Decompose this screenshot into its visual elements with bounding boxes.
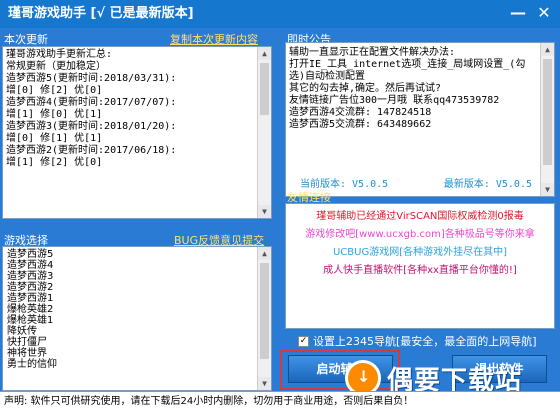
scroll-down-icon[interactable]: ▼: [258, 377, 271, 390]
game-list-item[interactable]: 造梦西游3: [7, 271, 255, 282]
update-notes-box[interactable]: 瑾哥游戏助手更新汇总: 常规更新（更加稳定） 造梦西游5(更新时间:2018/03/…: [2, 46, 272, 219]
scroll-up-icon[interactable]: ▲: [541, 43, 554, 56]
nav-checkbox-row[interactable]: ✓ 设置上2345导航[最安全，最全面的上网导航]: [298, 333, 537, 349]
friend-link[interactable]: 成人快手直播软件[各种xx直播平台你懂的!]: [286, 262, 554, 280]
game-list-item[interactable]: 爆枪英雄2: [7, 304, 255, 315]
friend-link[interactable]: 瑾哥辅助已经通过VirSCAN国际权威检测0报毒: [286, 208, 554, 226]
title-bar: 瑾哥游戏助手 [√ 已是最新版本] — ✕: [0, 0, 560, 28]
game-list-item[interactable]: 爆枪英雄1: [7, 315, 255, 326]
update-line: 造梦西游5(更新时间:2018/03/31):: [6, 73, 177, 84]
main-panel: 本次更新 复制本次更新内容 瑾哥游戏助手更新汇总: 常规更新（更加稳定） 造梦西游5…: [0, 28, 560, 413]
game-list-item[interactable]: 快打僵尸: [7, 337, 255, 348]
game-scrollbar[interactable]: ▲ ▼: [257, 247, 271, 390]
notice-scrollbar[interactable]: ▲ ▼: [540, 43, 554, 196]
update-line: 增[1] 修[0] 优[1]: [6, 109, 103, 120]
status-bar: 声明: 软件只可供研究使用，请在下载后24小时内删除，切勿用于商业用途，否则后果…: [0, 391, 560, 413]
update-section-label: 本次更新: [4, 33, 48, 46]
notice-line: 友情链接广告位300一月哦 联系qq473539782: [289, 95, 500, 106]
game-list[interactable]: 造梦西游5 造梦西游4 造梦西游3 造梦西游2 造梦西游1 爆枪英雄2 爆枪英雄1 降妖传 快打…: [2, 246, 272, 391]
update-line: 造梦西游4(更新时间:2017/07/07):: [6, 97, 177, 108]
update-line: 造梦西游2(更新时间:2017/06/18):: [6, 145, 177, 156]
start-helper-button[interactable]: 启动辅助: [288, 355, 393, 383]
update-line: 常规更新（更加稳定）: [6, 61, 106, 72]
friend-link[interactable]: UCBUG游戏网[各种游戏外挂尽在其中]: [286, 244, 554, 262]
game-list-item[interactable]: 造梦西游4: [7, 260, 255, 271]
scroll-up-icon[interactable]: ▲: [258, 247, 271, 260]
game-list-item[interactable]: 勇士的信仰: [7, 359, 255, 370]
update-line: 造梦西游3(更新时间:2018/01/20):: [6, 121, 177, 132]
disclaimer-text: 声明: 软件只可供研究使用，请在下载后24小时内删除，切勿用于商业用途，否则后果…: [4, 396, 414, 407]
update-line: 瑾哥游戏助手更新汇总:: [6, 49, 113, 60]
scroll-thumb[interactable]: [260, 63, 269, 115]
notice-box[interactable]: 辅助一直显示正在配置文件解决办法: 打开IE_工具_internet选项_连接_局…: [285, 42, 555, 197]
window-title: 瑾哥游戏助手 [√ 已是最新版本]: [8, 6, 194, 21]
game-list-item[interactable]: 神将世界: [7, 348, 255, 359]
notice-line: 造梦西游4交流群: 147824518: [289, 107, 432, 118]
update-scrollbar[interactable]: ▲ ▼: [257, 47, 271, 218]
latest-version: 最新版本: V5.0.5: [443, 179, 532, 190]
notice-line: 辅助一直显示正在配置文件解决办法:: [289, 47, 456, 58]
notice-line: 打开IE_工具_internet选项_连接_局域网设置_(勾: [289, 59, 526, 70]
scroll-up-icon[interactable]: ▲: [258, 47, 271, 60]
nav-checkbox[interactable]: ✓: [298, 335, 309, 347]
update-line: 增[1] 修[2] 优[0]: [6, 157, 103, 168]
game-list-item[interactable]: 造梦西游2: [7, 282, 255, 293]
notice-line: 选)自动检测配置: [289, 71, 366, 82]
copy-update-link[interactable]: 复制本次更新内容: [170, 31, 258, 47]
scroll-thumb[interactable]: [260, 263, 269, 359]
scroll-thumb[interactable]: [543, 59, 552, 165]
minimize-button[interactable]: —: [508, 4, 528, 24]
notice-line: 造梦西游5交流群: 643489662: [289, 119, 432, 130]
close-button[interactable]: ✕: [534, 4, 554, 24]
friend-link[interactable]: 游戏修改吧[www.ucxgb.com]各种极品号等你来拿: [286, 226, 554, 244]
update-line: 增[0] 修[1] 优[1]: [6, 133, 103, 144]
update-line: 增[0] 修[2] 优[0]: [6, 85, 103, 96]
scroll-down-icon[interactable]: ▼: [258, 205, 271, 218]
friend-links-panel: 瑾哥辅助已经通过VirSCAN国际权威检测0报毒 游戏修改吧[www.ucxgb.…: [285, 203, 555, 329]
notice-line: 其它的勾去掉,确定。然后再试试?: [289, 83, 442, 94]
game-list-item[interactable]: 造梦西游5: [7, 249, 255, 260]
game-list-item[interactable]: 造梦西游1: [7, 293, 255, 304]
exit-button[interactable]: 退出软件: [452, 355, 547, 383]
game-list-item[interactable]: 降妖传: [7, 326, 255, 337]
scroll-down-icon[interactable]: ▼: [541, 183, 554, 196]
nav-checkbox-label[interactable]: 设置上2345导航[最安全，最全面的上网导航]: [313, 333, 537, 349]
